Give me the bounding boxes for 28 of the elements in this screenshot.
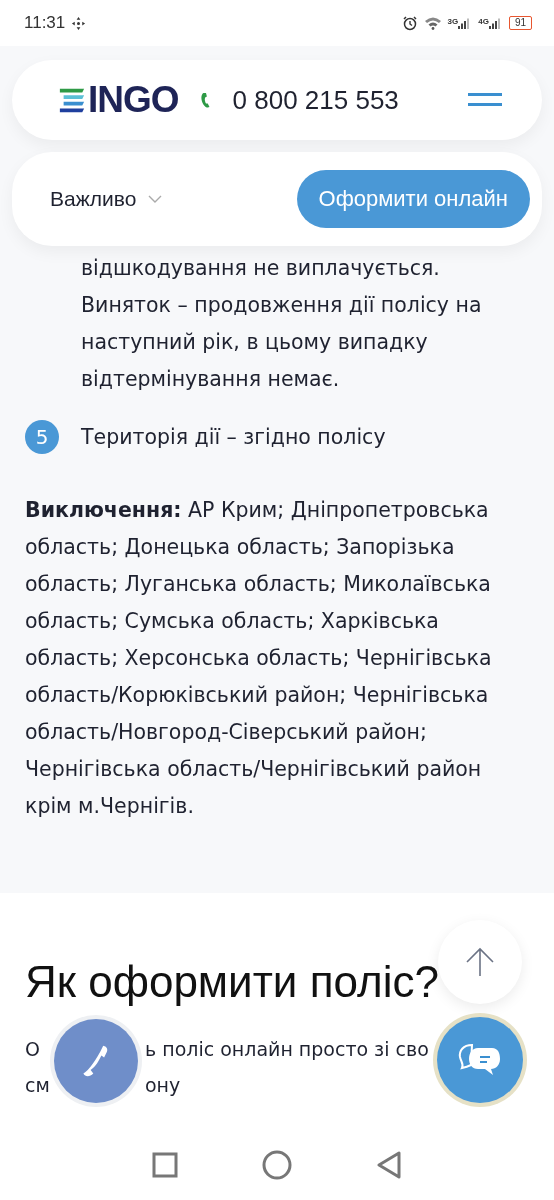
section-text: О [25,1037,40,1062]
chevron-icon [148,195,163,203]
list-item-text: відшкодування не виплачується. Виняток – продовження дії полісу на наступний рік, в цьому випадку відтермінування немає. [81,255,483,393]
menu-icon [468,91,502,109]
wifi-icon [423,16,442,30]
logo-stripes-icon [58,86,86,114]
section-text: ону [145,1073,181,1098]
section-text: см [25,1073,50,1098]
signal-icon [488,17,503,29]
section-text: ь поліс онлайн просто зі сво [145,1037,429,1062]
section-heading: Як оформити поліс? [25,957,439,1007]
network-label: 3G [447,17,459,26]
network-label: 4G [478,17,489,26]
chat-icon [458,1043,502,1077]
home-icon [262,1150,292,1180]
back-icon [376,1151,402,1179]
battery-indicator: 91 [508,16,532,30]
recent-apps-icon [152,1152,178,1178]
section-dropdown[interactable]: Важливо [50,187,163,211]
list-item-text: Територія дії – згідно полісу [81,425,386,449]
exclusions-text: Виключення: АР Крим; Дніпропетровська область; Донецька область; Запорізька область; Луганська область; Миколаївська область; Сумська область; Харківська область; Херсонська область; Чернігівська область/Корюківський район; Чернігівська область/Новгород-Сіверський район; Чернігівська область/Чернігівський район крім м.Чернігів. [25,497,493,820]
ingo-logo[interactable]: INGO [58,79,179,121]
arrow-up-icon [464,946,496,978]
alarm-icon [401,15,418,31]
move-icon [71,15,87,31]
status-time: 11:31 [24,13,66,33]
phone-link[interactable]: 0 800 215 553 [198,84,399,116]
number-badge: 5 [25,420,59,454]
